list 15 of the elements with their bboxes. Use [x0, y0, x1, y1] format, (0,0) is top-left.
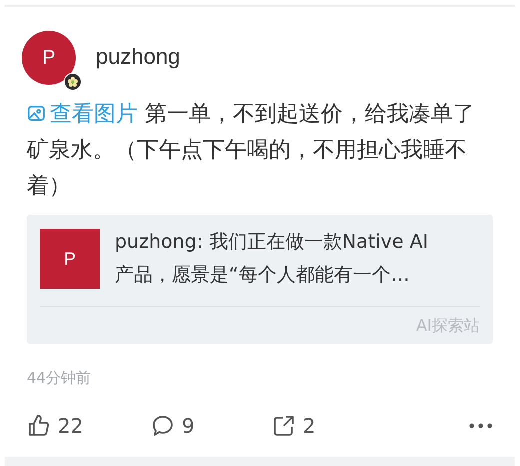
more-button[interactable] [469, 423, 493, 429]
comment-button[interactable]: 9 [151, 414, 272, 438]
article-thumbnail: P [40, 229, 100, 289]
share-button[interactable]: 2 [272, 414, 316, 438]
quoted-text: puzhong: 我们正在做一款Native AI 产品，愿景是“每个人都能有一个… [115, 230, 428, 288]
share-icon [272, 414, 296, 438]
post-text: 查看图片 第一单，不到起送价，给我凑单了矿泉水。（下午点下午喝的，不用担心我睡不着） [27, 101, 476, 201]
author-name[interactable]: puzhong [96, 44, 180, 70]
like-button[interactable]: 22 [27, 414, 151, 438]
more-icon [469, 423, 493, 429]
avatar[interactable]: P [22, 31, 76, 85]
image-icon [27, 104, 46, 123]
timestamp: 44分钟前 [27, 369, 92, 388]
speech-bubble-icon [151, 414, 175, 438]
thumbs-up-icon [27, 414, 51, 438]
